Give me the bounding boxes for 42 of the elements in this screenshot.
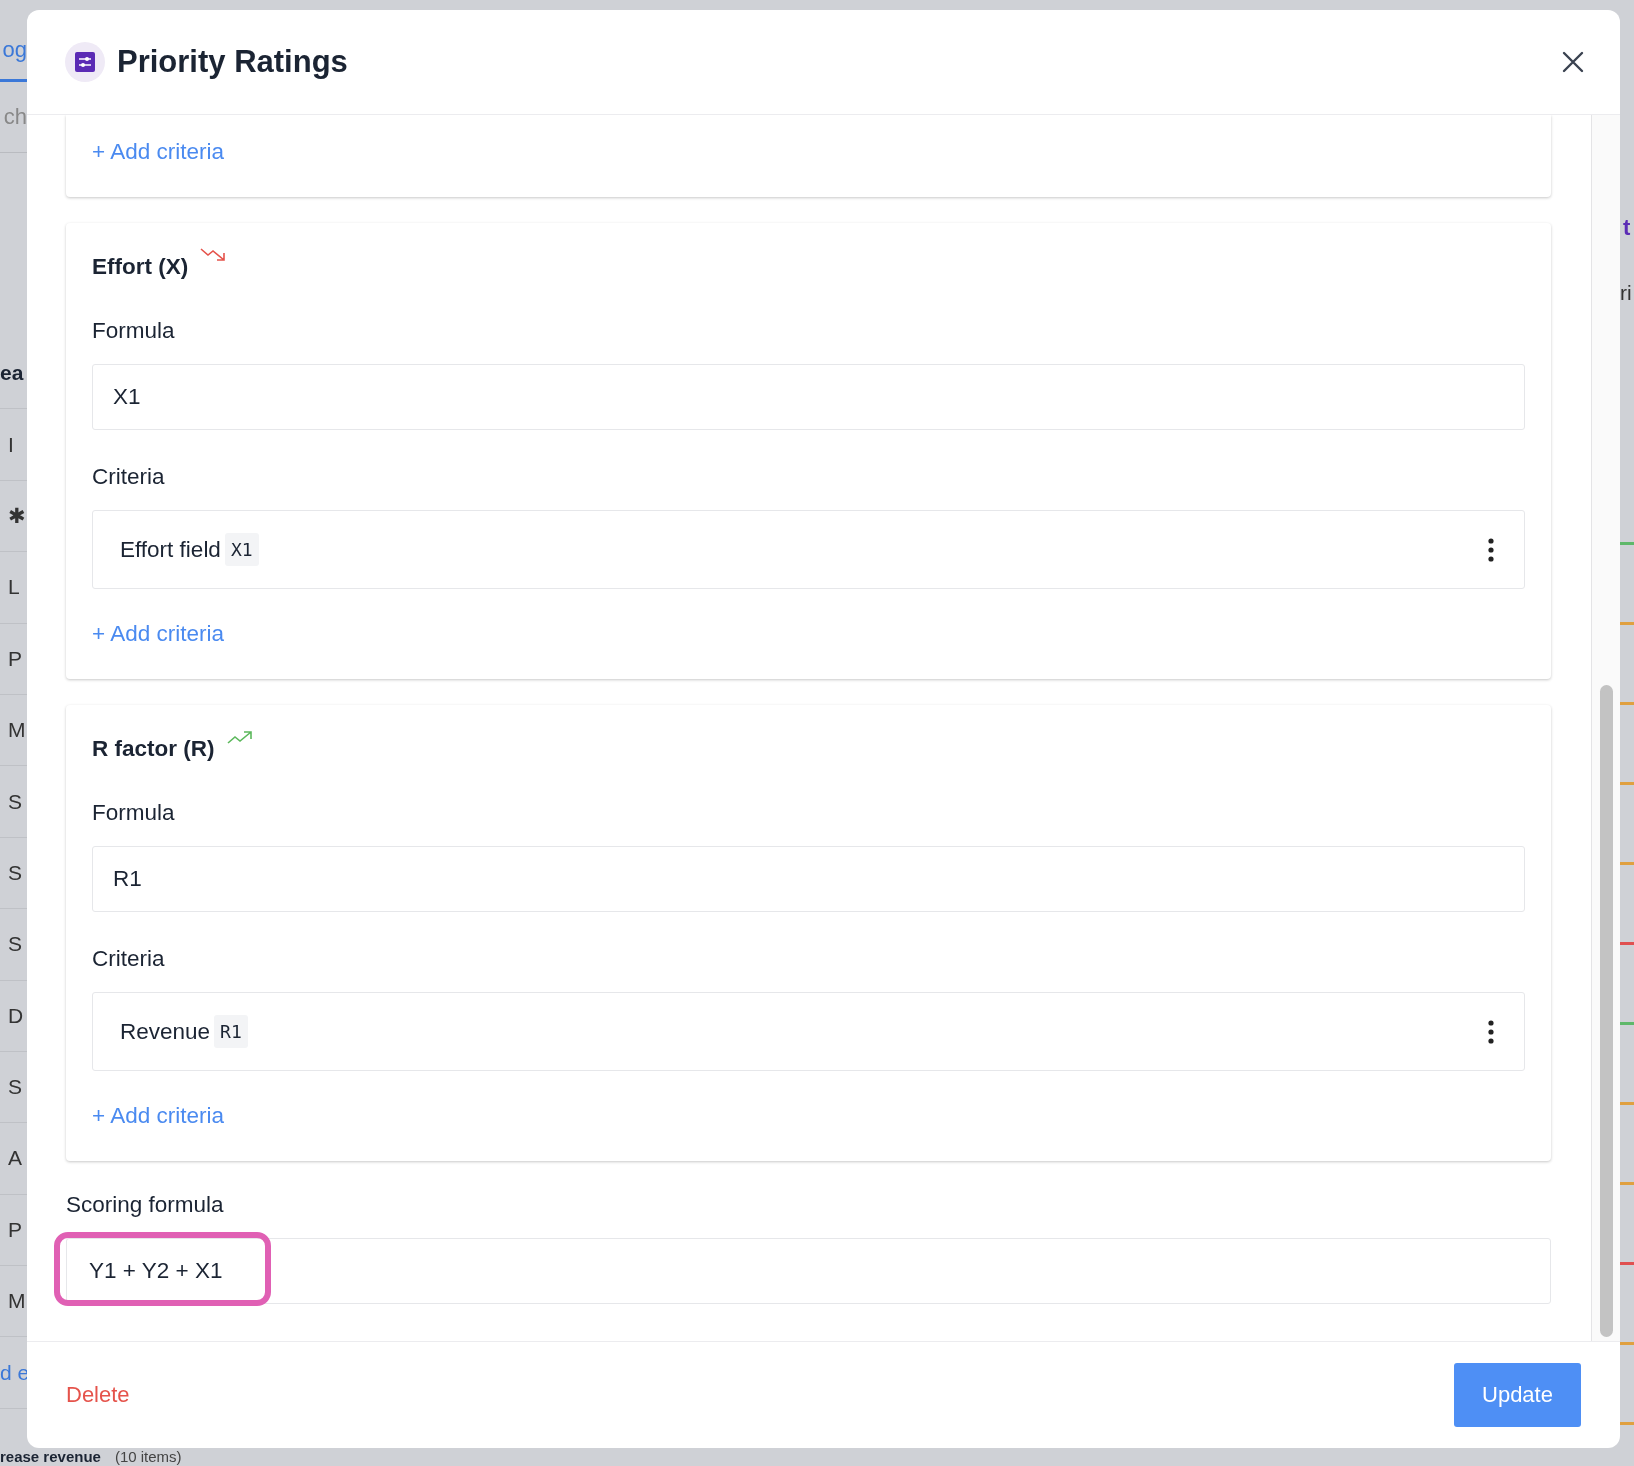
criteria-name: Revenue <box>120 1018 211 1045</box>
sliders-icon <box>65 42 105 82</box>
add-criteria-link[interactable]: + Add criteria <box>92 139 224 165</box>
scoring-formula-field[interactable]: Y1 + Y2 + X1 <box>66 1238 1551 1304</box>
criteria-name: Effort field <box>120 536 221 563</box>
table-cell-text: P <box>7 1217 22 1242</box>
table-cell-text: S <box>7 932 22 957</box>
field-label: Formula <box>92 318 176 344</box>
factor-title: R factor (R) <box>92 736 215 762</box>
table-cell-text: P <box>7 646 22 671</box>
item-count: (10 items) <box>114 1448 182 1465</box>
add-criteria-link[interactable]: + Add criteria <box>92 621 224 647</box>
scrollbar-thumb[interactable] <box>1600 685 1613 1337</box>
field-label: Criteria <box>92 464 166 490</box>
column-heading: t <box>1622 215 1632 241</box>
table-cell-text: A <box>7 1146 22 1171</box>
field-label: Criteria <box>92 946 166 972</box>
more-icon[interactable] <box>1488 1019 1494 1044</box>
field-label: Formula <box>92 800 176 826</box>
column-heading: ea <box>0 361 24 386</box>
field-label: Scoring formula <box>66 1192 225 1218</box>
table-cell-text: ri <box>1620 281 1633 305</box>
table-cell-text: S <box>7 1075 22 1100</box>
more-icon[interactable] <box>1488 537 1494 562</box>
table-cell-text: D <box>7 1003 24 1028</box>
table-cell-text: M <box>7 1289 26 1314</box>
dialog-title: Priority Ratings <box>117 44 349 80</box>
formula-field[interactable]: R1 <box>92 846 1525 912</box>
criteria-code: X1 <box>224 533 259 566</box>
table-cell-text: S <box>7 860 22 885</box>
delete-button[interactable]: Delete <box>66 1382 130 1408</box>
table-cell-text: S <box>7 789 22 814</box>
formula-field[interactable]: X1 <box>92 364 1525 430</box>
table-cell-text: I <box>7 432 14 457</box>
update-button[interactable]: Update <box>1454 1363 1581 1427</box>
criteria-code: R1 <box>214 1015 248 1048</box>
table-cell-text: ✱ <box>7 503 26 528</box>
table-cell-text: M <box>7 718 26 743</box>
group-title: rease revenue <box>0 1448 101 1465</box>
add-criteria-link[interactable]: + Add criteria <box>92 1103 224 1129</box>
table-cell-text: L <box>7 575 20 600</box>
factor-title: Effort (X) <box>92 254 189 280</box>
